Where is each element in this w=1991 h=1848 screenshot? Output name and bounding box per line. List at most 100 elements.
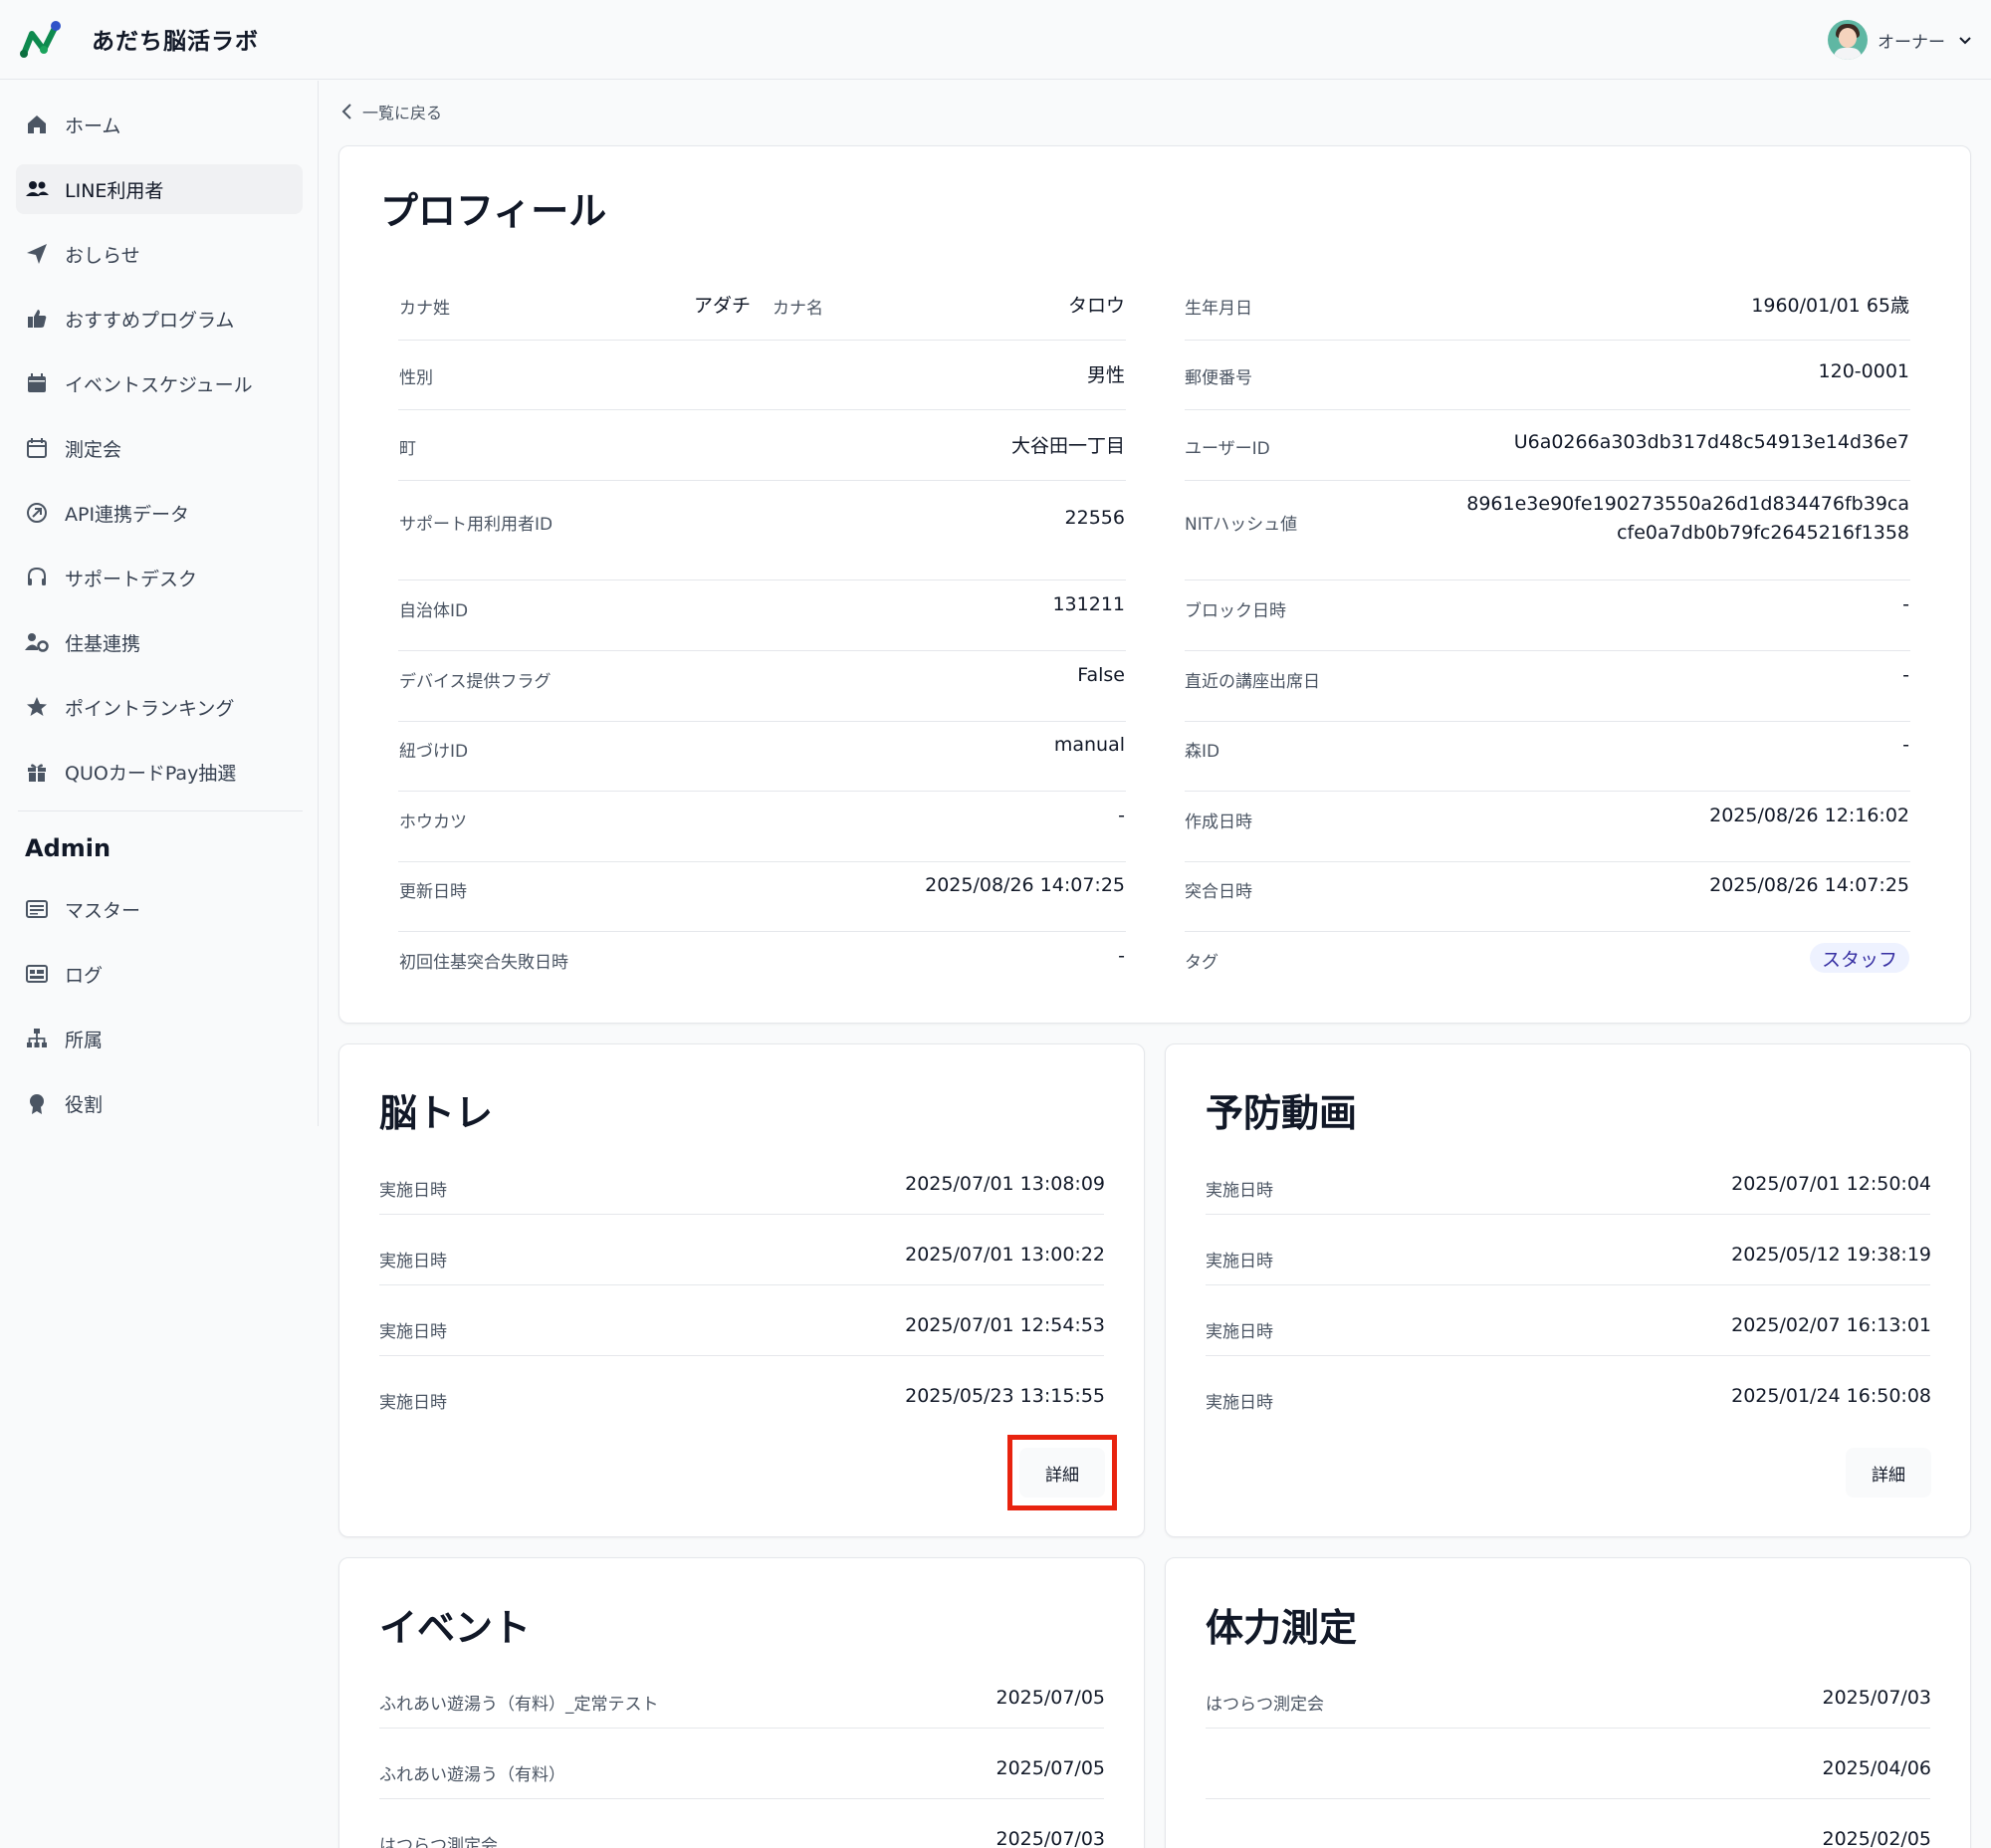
log-icon (24, 961, 50, 987)
row-divider (398, 579, 1126, 580)
row-divider (1185, 791, 1910, 792)
sidebar-item-point-ranking[interactable]: ポイントランキング (16, 682, 303, 732)
sidebar-item-affiliation[interactable]: 所属 (16, 1014, 303, 1063)
profile-field-value: - (1118, 805, 1125, 826)
list-value: 2025/07/05 (996, 1757, 1105, 1779)
row-divider (398, 931, 1126, 932)
profile-field-value: U6a0266a303db317d48c54913e14d36e7 (1513, 431, 1909, 453)
sidebar-item-label: サポートデスク (65, 568, 198, 590)
row-divider (398, 791, 1126, 792)
app-logo-icon[interactable] (18, 18, 64, 62)
sidebar-item-role[interactable]: 役割 (16, 1078, 303, 1128)
list-value: 2025/07/05 (996, 1687, 1105, 1709)
prevention-video-detail-button[interactable]: 詳細 (1846, 1448, 1931, 1498)
profile-field-label: 直近の講座出席日 (1185, 672, 1320, 692)
sidebar-item-home[interactable]: ホーム (16, 100, 303, 149)
sidebar-item-programs[interactable]: おすすめプログラム (16, 294, 303, 344)
profile-field-value: タロウ (1067, 295, 1125, 317)
profile-field-value: - (1118, 945, 1125, 967)
back-link-label: 一覧に戻る (362, 104, 443, 122)
sidebar-item-label: ホーム (65, 115, 121, 137)
prevention-video-title: 予防動画 (1206, 1091, 1358, 1135)
row-divider (1185, 579, 1910, 580)
profile-field-value: manual (1053, 734, 1125, 756)
profile-field-label: 作成日時 (1185, 812, 1252, 832)
profile-field-label: タグ (1185, 953, 1218, 973)
list-label: ふれあい遊湯う（有料） (379, 1765, 565, 1785)
row-divider (379, 1728, 1104, 1729)
award-icon (24, 1090, 50, 1116)
list-value: 2025/05/12 19:38:19 (1731, 1244, 1931, 1266)
sidebar-item-label: API連携データ (65, 503, 190, 526)
row-divider (1185, 340, 1910, 341)
list-value: 2025/07/01 13:08:09 (905, 1173, 1105, 1195)
profile-field-value: 120-0001 (1818, 360, 1909, 382)
profile-field-label: ホウカツ (399, 812, 467, 832)
list-value: 2025/02/07 16:13:01 (1731, 1314, 1931, 1336)
list-label: 実施日時 (1206, 1252, 1273, 1271)
user-menu[interactable]: オーナー (1828, 18, 1975, 62)
row-divider (398, 650, 1126, 651)
gift-icon (24, 759, 50, 785)
thumbs-up-icon (24, 306, 50, 332)
profile-field-label: カナ姓 (399, 299, 450, 319)
list-icon (24, 896, 50, 922)
profile-field-value: 1960/01/01 65歳 (1751, 295, 1909, 317)
sidebar-item-support-desk[interactable]: サポートデスク (16, 553, 303, 602)
sidebar-item-line-users[interactable]: LINE利用者 (16, 164, 303, 214)
user-gear-icon (24, 629, 50, 655)
sidebar-item-log[interactable]: ログ (16, 949, 303, 999)
row-divider (1185, 861, 1910, 862)
profile-field-label: 突合日時 (1185, 882, 1252, 902)
sidebar-item-resident-link[interactable]: 住基連携 (16, 617, 303, 667)
profile-field-value: 2025/08/26 14:07:25 (1709, 874, 1909, 896)
profile-field-value: False (1077, 664, 1125, 686)
list-label: はつらつ測定会 (1206, 1695, 1324, 1715)
row-divider (1206, 1355, 1930, 1356)
sidebar-item-quo-lottery[interactable]: QUOカードPay抽選 (16, 747, 303, 797)
sidebar-item-label: ログ (65, 964, 104, 987)
sidebar-item-measurement[interactable]: 測定会 (16, 423, 303, 473)
org-chart-icon (24, 1026, 50, 1051)
row-divider (398, 409, 1126, 410)
list-label: 実施日時 (1206, 1393, 1273, 1413)
list-label: ふれあい遊湯う（有料）_定常テスト (379, 1695, 659, 1715)
list-value: 2025/07/01 13:00:22 (905, 1244, 1105, 1266)
row-divider (398, 721, 1126, 722)
sidebar-item-notices[interactable]: おしらせ (16, 229, 303, 279)
back-to-list-link[interactable]: 一覧に戻る (340, 100, 442, 123)
admin-heading: Admin (25, 834, 111, 862)
profile-field-label: 生年月日 (1185, 299, 1252, 319)
row-divider (379, 1284, 1104, 1285)
sidebar-item-label: 役割 (65, 1093, 104, 1116)
row-divider (1206, 1214, 1930, 1215)
row-divider (1185, 650, 1910, 651)
list-value: 2025/07/01 12:54:53 (905, 1314, 1105, 1336)
sidebar-item-label: 所属 (65, 1029, 104, 1051)
app-title: あだち脳活ラボ (92, 29, 259, 55)
list-value: 2025/07/03 (996, 1828, 1105, 1848)
profile-field-value: 2025/08/26 14:07:25 (925, 874, 1125, 896)
headset-icon (24, 565, 50, 590)
profile-field-value: 131211 (1052, 593, 1125, 615)
sidebar-item-master[interactable]: マスター (16, 884, 303, 934)
profile-title: プロフィール (380, 189, 607, 233)
row-divider (398, 480, 1126, 481)
list-label: はつらつ測定会 (379, 1836, 498, 1848)
row-divider (1206, 1284, 1930, 1285)
tag-badge: スタッフ (1809, 943, 1909, 973)
sidebar-item-api-data[interactable]: API連携データ (16, 488, 303, 538)
sidebar-item-label: 住基連携 (65, 632, 141, 655)
sidebar-item-label: マスター (65, 899, 141, 922)
profile-field-value: アダチ (693, 295, 751, 317)
list-label: 実施日時 (1206, 1181, 1273, 1201)
profile-field-label: カナ名 (773, 299, 823, 319)
brain-training-title: 脳トレ (379, 1091, 494, 1135)
sidebar-divider (18, 810, 303, 811)
row-divider (379, 1798, 1104, 1799)
sidebar-item-event-schedule[interactable]: イベントスケジュール (16, 358, 303, 408)
calendar-outline-icon (24, 435, 50, 461)
profile-field-value: - (1902, 593, 1909, 615)
profile-field-label: 更新日時 (399, 882, 467, 902)
profile-field-label: サポート用利用者ID (399, 515, 553, 535)
